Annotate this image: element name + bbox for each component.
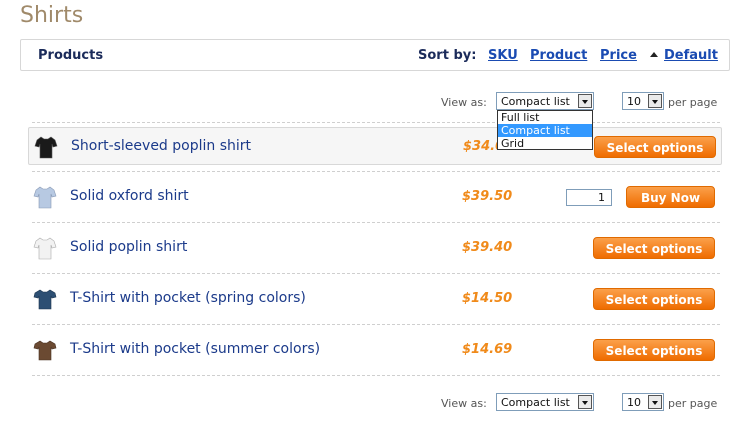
per-page-select[interactable]: 10: [622, 92, 664, 110]
view-as-label: View as:: [441, 96, 487, 109]
view-bar-top: View as: Compact list 10 per page: [20, 91, 730, 115]
product-row: T-Shirt with pocket (spring colors) $14.…: [28, 280, 722, 318]
chevron-down-icon[interactable]: [648, 94, 662, 108]
divider: [32, 273, 720, 274]
product-row: Solid oxford shirt $39.50 1 Buy Now: [28, 178, 722, 216]
view-mode-select[interactable]: Compact list: [496, 393, 594, 411]
select-options-button[interactable]: Select options: [593, 288, 715, 310]
product-price: $14.69: [462, 342, 513, 357]
view-bar-bottom: View as: Compact list 10 per page: [20, 392, 730, 416]
chevron-down-icon[interactable]: [578, 94, 592, 108]
product-price: $39.50: [462, 189, 513, 204]
product-row: T-Shirt with pocket (summer colors) $14.…: [28, 331, 722, 369]
product-name-link[interactable]: Solid poplin shirt: [70, 239, 187, 255]
dropdown-option-compact-list[interactable]: Compact list: [498, 124, 592, 137]
select-options-button[interactable]: Select options: [594, 136, 716, 158]
chevron-down-icon[interactable]: [578, 395, 592, 409]
view-mode-select[interactable]: Compact list: [496, 92, 594, 110]
select-options-button[interactable]: Select options: [593, 237, 715, 259]
buy-now-button[interactable]: Buy Now: [626, 186, 715, 208]
shirt-thumbnail-icon[interactable]: [32, 235, 58, 261]
sort-default-link[interactable]: Default: [664, 48, 718, 63]
product-row: Solid poplin shirt $39.40 Select options: [28, 229, 722, 267]
divider: [32, 171, 720, 172]
chevron-down-icon[interactable]: [648, 395, 662, 409]
sort-ascending-icon: [650, 52, 658, 57]
tshirt-thumbnail-icon[interactable]: [32, 337, 58, 363]
quantity-input[interactable]: 1: [566, 189, 612, 206]
dropdown-option-grid[interactable]: Grid: [498, 137, 592, 150]
view-mode-value: Compact list: [501, 396, 570, 409]
per-page-value: 10: [627, 95, 641, 108]
product-price: $14.50: [462, 291, 513, 306]
view-mode-value: Compact list: [501, 95, 570, 108]
page-title: Shirts: [20, 3, 84, 28]
sort-bar: Products Sort by: SKU Product Price Defa…: [20, 39, 730, 71]
product-name-link[interactable]: Solid oxford shirt: [70, 188, 189, 204]
view-mode-dropdown-list: Full list Compact list Grid: [497, 110, 593, 150]
divider: [32, 375, 720, 376]
shirt-thumbnail-icon[interactable]: [32, 184, 58, 210]
sort-product-link[interactable]: Product: [530, 48, 587, 63]
per-page-value: 10: [627, 396, 641, 409]
products-label: Products: [38, 48, 104, 63]
product-name-link[interactable]: T-Shirt with pocket (summer colors): [70, 341, 320, 357]
sort-by-label: Sort by:: [418, 48, 477, 63]
sort-price-link[interactable]: Price: [600, 48, 637, 63]
tshirt-thumbnail-icon[interactable]: [32, 286, 58, 312]
divider: [32, 324, 720, 325]
product-name-link[interactable]: T-Shirt with pocket (spring colors): [70, 290, 306, 306]
per-page-label: per page: [668, 96, 718, 109]
product-price: $39.40: [462, 240, 513, 255]
dropdown-option-full-list[interactable]: Full list: [498, 111, 592, 124]
divider: [32, 222, 720, 223]
sort-sku-link[interactable]: SKU: [488, 48, 518, 63]
select-options-button[interactable]: Select options: [593, 339, 715, 361]
per-page-select[interactable]: 10: [622, 393, 664, 411]
per-page-label: per page: [668, 397, 718, 410]
product-row: Short-sleeved poplin shirt $34.00 Select…: [28, 127, 722, 165]
product-name-link[interactable]: Short-sleeved poplin shirt: [71, 138, 251, 154]
view-as-label: View as:: [441, 397, 487, 410]
shirt-thumbnail-icon[interactable]: [33, 134, 59, 160]
divider: [32, 122, 720, 123]
